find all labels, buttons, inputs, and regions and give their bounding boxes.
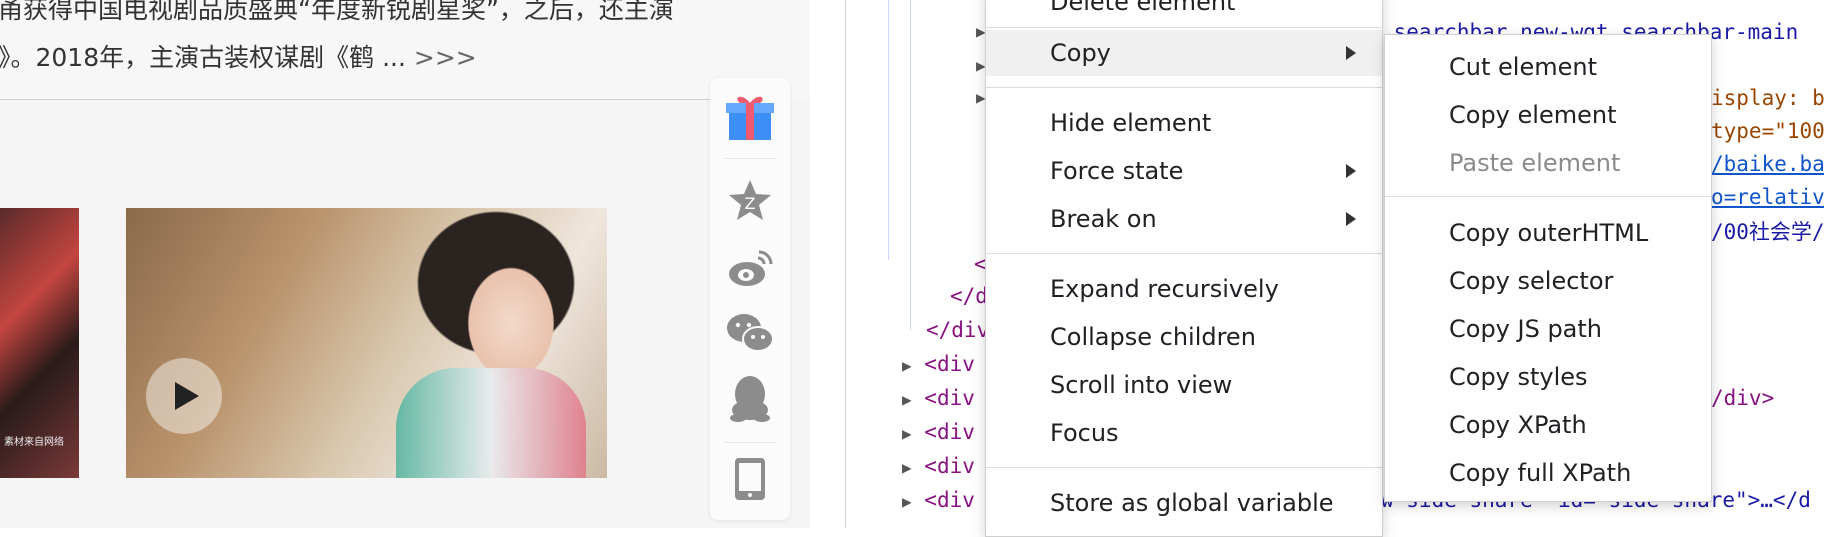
svg-text:Z: Z <box>745 194 756 213</box>
submenu-arrow-icon <box>1346 46 1356 60</box>
thumbnail-watermark: 素材来自网络 <box>4 437 64 448</box>
submenu-arrow-icon <box>1346 164 1356 178</box>
expand-triangle-icon[interactable]: ▶ <box>902 458 912 477</box>
submenu-paste-element: Paste element <box>1449 149 1621 177</box>
menu-expand-recursively[interactable]: Expand recursively <box>986 266 1382 312</box>
dom-line-text[interactable]: /div> <box>1711 386 1774 410</box>
indent-guide <box>888 0 889 260</box>
side-share-bar: Z <box>710 78 790 520</box>
dom-line-text[interactable]: </div <box>926 318 989 342</box>
expand-triangle-icon[interactable]: ▶ <box>902 424 912 443</box>
submenu-cut-element[interactable]: Cut element <box>1385 44 1711 90</box>
play-button[interactable] <box>146 358 222 434</box>
submenu-copy-js-path[interactable]: Copy JS path <box>1385 306 1711 352</box>
expand-triangle-icon[interactable]: ▶ <box>902 390 912 409</box>
menu-delete-element[interactable]: Delete element <box>986 0 1382 25</box>
indent-guide <box>910 0 911 330</box>
dom-node-row[interactable]: ▶ <div <box>902 352 975 376</box>
context-menu: Delete element Copy Hide element Force s… <box>985 0 1383 537</box>
submenu-copy-styles[interactable]: Copy styles <box>1385 354 1711 400</box>
submenu-copy-full-xpath[interactable]: Copy full XPath <box>1385 450 1711 496</box>
webpage-panel: 甬获得中国电视剧品质盛典“年度新锐剧星奖”，之后，还主演 》。2018年，主演古… <box>0 0 810 528</box>
submenu-copy-xpath[interactable]: Copy XPath <box>1385 402 1711 448</box>
bio-line-1: 甬获得中国电视剧品质盛典“年度新锐剧星奖”，之后，还主演 <box>0 0 674 24</box>
submenu-copy-element[interactable]: Copy element <box>1385 92 1711 138</box>
read-more-link[interactable]: >>> <box>414 43 477 72</box>
menu-break-on[interactable]: Break on <box>986 196 1382 242</box>
menu-store-global[interactable]: Store as global variable <box>986 480 1382 526</box>
content-divider <box>0 99 712 100</box>
mobile-icon[interactable] <box>710 449 790 509</box>
submenu-copy-outerhtml[interactable]: Copy outerHTML <box>1385 210 1711 256</box>
video-thumbnail-1[interactable]: 素材来自网络 <box>0 208 79 478</box>
dom-line-text[interactable]: o=relativ <box>1711 185 1824 209</box>
dom-node-row[interactable]: ▶ <div <box>902 386 975 410</box>
dom-node-row[interactable]: ▶ <div <box>902 454 975 478</box>
expand-triangle-icon[interactable]: ▶ <box>902 356 912 375</box>
menu-hide-element[interactable]: Hide element <box>986 100 1382 146</box>
menu-force-state[interactable]: Force state <box>986 148 1382 194</box>
bio-line-2: 》。2018年，主演古装权谋剧《鹤 ... <box>0 43 406 72</box>
menu-collapse-children[interactable]: Collapse children <box>986 314 1382 360</box>
weibo-icon[interactable] <box>710 238 790 298</box>
play-icon <box>175 382 199 410</box>
biography-text: 甬获得中国电视剧品质盛典“年度新锐剧星奖”，之后，还主演 》。2018年，主演古… <box>0 0 810 100</box>
copy-submenu: Cut element Copy element Paste element C… <box>1384 34 1712 502</box>
dom-line-text[interactable]: /baike.bai <box>1711 152 1824 176</box>
video-thumbnail-2[interactable] <box>126 208 607 478</box>
dom-line-text[interactable]: </d <box>950 284 988 308</box>
dom-node-row[interactable]: ▶ <div <box>902 488 975 512</box>
expand-triangle-icon[interactable]: ▶ <box>902 492 912 511</box>
dom-line-text[interactable]: isplay: b <box>1711 86 1824 110</box>
dom-line-text[interactable]: type="100 <box>1711 119 1824 143</box>
menu-copy[interactable]: Copy <box>986 30 1382 76</box>
wechat-icon[interactable] <box>710 303 790 363</box>
thumbnail-figure <box>396 368 586 478</box>
submenu-arrow-icon <box>1346 212 1356 226</box>
qq-icon[interactable] <box>710 369 790 429</box>
dom-line-text[interactable]: /00社会学/ <box>1711 216 1824 246</box>
menu-focus[interactable]: Focus <box>986 410 1382 456</box>
submenu-copy-selector[interactable]: Copy selector <box>1385 258 1711 304</box>
dom-node-row[interactable]: ▶ <div <box>902 420 975 444</box>
menu-scroll-into-view[interactable]: Scroll into view <box>986 362 1382 408</box>
gift-icon[interactable] <box>710 87 790 147</box>
qzone-icon[interactable]: Z <box>710 170 790 230</box>
